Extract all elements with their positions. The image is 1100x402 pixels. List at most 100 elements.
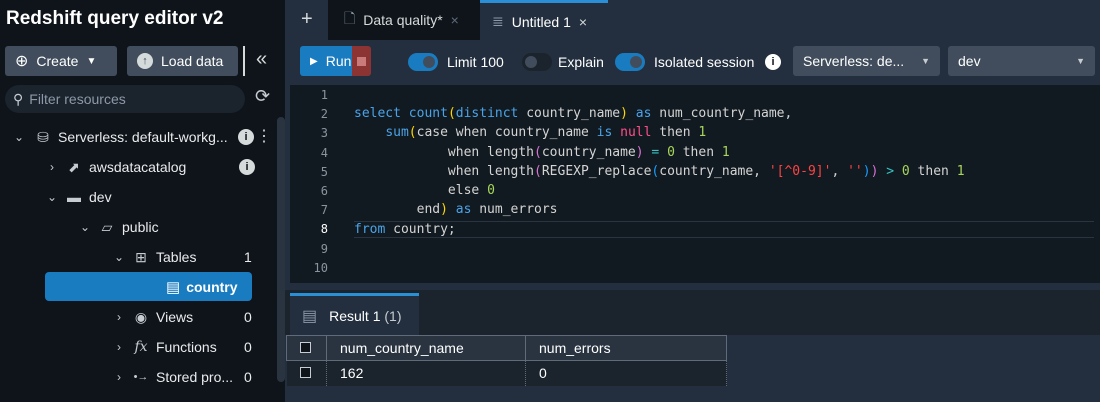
filter-resources-input[interactable]: ⚲ Filter resources	[5, 85, 245, 113]
code-token: 1	[956, 163, 965, 179]
tab-untitled-1[interactable]: ≣ Untitled 1 ×	[480, 0, 608, 40]
function-icon: fx	[134, 339, 148, 355]
code-token: as	[447, 202, 480, 218]
tree-item-dev[interactable]: ⌄ ▬ dev	[45, 184, 112, 210]
tab-label: Data quality*	[363, 12, 443, 28]
row-checkbox[interactable]	[286, 360, 327, 386]
line-number: 4	[320, 145, 328, 160]
tree-item-views[interactable]: › ◉ Views	[112, 304, 193, 330]
new-tab-button[interactable]: +	[301, 8, 313, 31]
collapse-sidebar-icon[interactable]: «	[256, 48, 267, 71]
code-token: 0	[487, 183, 495, 198]
tree-label: Tables	[156, 249, 197, 265]
code-line[interactable]: select count(distinct country_name) as n…	[354, 106, 792, 121]
tree-item-stored-procedures[interactable]: › •→ Stored pro...	[112, 364, 233, 390]
stored-procedures-count: 0	[244, 369, 252, 385]
line-number: 6	[320, 184, 328, 198]
column-header[interactable]: num_errors	[525, 335, 727, 361]
code-token: then	[651, 125, 699, 141]
close-icon[interactable]: ×	[579, 14, 587, 30]
tree-item-public[interactable]: ⌄ ▱ public	[78, 214, 159, 240]
line-number: 8	[320, 222, 328, 237]
code-line[interactable]: from country;	[354, 221, 1094, 239]
resource-sidebar: Redshift query editor v2 ⊕ Create ▼ ↑ Lo…	[0, 0, 285, 402]
stored-procedure-icon: •→	[133, 371, 149, 383]
code-line[interactable]: when length(REGEXP_replace(country_name,…	[354, 164, 965, 179]
run-label: Run	[325, 53, 352, 69]
load-data-label: Load data	[161, 53, 224, 69]
line-number: 7	[320, 203, 328, 218]
code-token: distinct	[455, 106, 527, 122]
info-icon[interactable]: i	[238, 129, 254, 145]
workgroup-select[interactable]: Serverless: de... ▼	[793, 46, 940, 76]
app-title: Redshift query editor v2	[6, 8, 224, 29]
search-icon: ⚲	[13, 90, 24, 107]
sql-editor[interactable]: 1 2 select count(distinct country_name) as…	[290, 85, 1100, 283]
tree-label: Views	[156, 309, 194, 325]
explain-toggle[interactable]	[522, 53, 552, 71]
code-token: )	[620, 106, 628, 122]
file-icon: 🗋	[344, 10, 356, 26]
run-button[interactable]: ▶ Run	[300, 46, 352, 76]
database-select[interactable]: dev ▼	[948, 46, 1095, 76]
result-tab[interactable]: ▤ Result 1 (1)	[290, 293, 419, 335]
code-token: REGEXP_replace	[541, 163, 652, 179]
create-button[interactable]: ⊕ Create ▼	[5, 46, 117, 76]
isolated-session-toggle[interactable]	[615, 53, 645, 71]
chevron-down-icon: ⌄	[113, 250, 125, 264]
plus-circle-icon: ⊕	[15, 53, 29, 70]
editor-icon: ≣	[492, 13, 504, 29]
chevron-right-icon: ›	[117, 340, 121, 354]
code-token: end	[354, 202, 441, 218]
play-icon: ▶	[310, 55, 318, 67]
eye-icon: ◉	[134, 308, 148, 325]
chevron-down-icon: ⌄	[46, 190, 58, 204]
code-token: ''	[847, 163, 863, 179]
code-token: )	[635, 144, 644, 160]
limit-toggle[interactable]	[408, 53, 438, 71]
tree-item-tables[interactable]: ⌄ ⊞ Tables	[112, 244, 197, 270]
code-token: country_name,	[659, 163, 769, 179]
code-line[interactable]: end) as num_errors	[354, 202, 558, 217]
tree-item-country[interactable]: ▤ country	[45, 272, 252, 301]
code-token: num_errors	[479, 202, 558, 218]
more-actions-icon[interactable]: ⋮	[256, 126, 272, 146]
code-token: 0	[901, 163, 910, 179]
line-number: 1	[320, 88, 328, 102]
load-data-button[interactable]: ↑ Load data	[127, 46, 238, 76]
code-token: as	[627, 106, 660, 122]
code-line[interactable]: else 0	[354, 183, 495, 198]
tab-data-quality[interactable]: 🗋 Data quality* ×	[328, 0, 480, 40]
functions-count: 0	[244, 339, 252, 355]
code-token: case when country_name	[416, 125, 597, 141]
caret-down-icon: ▼	[921, 56, 930, 66]
tree-label: Stored pro...	[156, 369, 234, 385]
database-value: dev	[958, 53, 981, 69]
refresh-icon[interactable]: ⟳	[255, 86, 270, 107]
tree-item-awsdatacatalog[interactable]: › ⬈ awsdatacatalog	[45, 154, 186, 180]
divider	[243, 46, 245, 76]
tree-label: Functions	[156, 339, 217, 355]
select-all-checkbox[interactable]	[286, 335, 327, 361]
code-token: ,	[831, 163, 848, 179]
code-line[interactable]: sum(case when country_name is null then …	[354, 125, 706, 140]
info-icon[interactable]: i	[765, 54, 781, 70]
stop-button[interactable]	[352, 46, 371, 76]
sidebar-scrollbar[interactable]	[277, 117, 285, 382]
main-panel: + 🗋 Data quality* × ≣ Untitled 1 × ▶ Run…	[285, 0, 1100, 402]
code-token: from	[354, 222, 394, 238]
close-icon[interactable]: ×	[451, 12, 459, 28]
tree-item-serverless[interactable]: ⌄ ⛁ Serverless: default-workg...	[12, 124, 228, 150]
code-token: =	[643, 144, 668, 160]
tree-label: dev	[89, 189, 112, 205]
column-header[interactable]: num_country_name	[326, 335, 526, 361]
line-number: 9	[320, 241, 328, 256]
folder-icon: ▬	[67, 189, 81, 205]
chevron-down-icon: ⌄	[13, 130, 25, 144]
code-line[interactable]: when length(country_name) = 0 then 1	[354, 145, 730, 160]
info-icon[interactable]: i	[239, 159, 255, 175]
code-token: then	[909, 163, 957, 179]
tree-item-functions[interactable]: › fx Functions	[112, 334, 217, 360]
code-token: )	[862, 163, 871, 179]
code-token: sum	[385, 125, 409, 141]
